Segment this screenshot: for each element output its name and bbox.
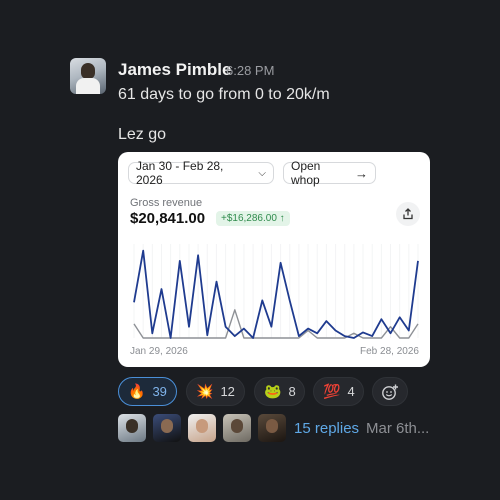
avatar-face <box>196 419 208 433</box>
thread-participant-avatar[interactable] <box>118 414 146 442</box>
message-text-line-2: Lez go <box>118 126 167 143</box>
thread-participant-avatar[interactable] <box>258 414 286 442</box>
thread-last-reply-date: Mar 6th... <box>366 420 430 437</box>
collision-icon: 💥 <box>196 383 214 399</box>
avatar-face <box>231 419 243 433</box>
avatar-face <box>266 419 278 433</box>
revenue-card: Jan 30 - Feb 28, 2026 ⌵ Open whop → Gros… <box>118 152 430 367</box>
hundred-icon: 💯 <box>323 383 341 399</box>
reaction-count: 12 <box>220 384 235 399</box>
thread-participant-avatar[interactable] <box>223 414 251 442</box>
revenue-line-chart <box>133 244 419 339</box>
message-avatar[interactable] <box>70 58 106 94</box>
reaction-collision[interactable]: 💥 12 <box>186 377 245 406</box>
reaction-count: 4 <box>347 384 355 399</box>
x-axis-start-label: Jan 29, 2026 <box>130 346 188 357</box>
thread-replies-link[interactable]: 15 replies <box>294 420 359 437</box>
fire-icon: 🔥 <box>128 383 146 399</box>
series-line-primary <box>133 249 419 339</box>
avatar-face <box>126 419 138 433</box>
avatar-face <box>161 419 173 433</box>
series-line-secondary <box>133 309 419 339</box>
thread-participant-avatar[interactable] <box>153 414 181 442</box>
x-axis-end-label: Feb 28, 2026 <box>360 346 419 357</box>
reaction-count: 39 <box>152 384 167 399</box>
frog-icon: 🐸 <box>264 383 282 399</box>
message-text-line-1: 61 days to go from 0 to 20k/m <box>118 86 330 103</box>
author-name[interactable]: James Pimble <box>118 60 231 80</box>
add-reaction-button[interactable] <box>372 377 408 406</box>
reaction-frog[interactable]: 🐸 8 <box>254 377 305 406</box>
reaction-hundred[interactable]: 💯 4 <box>313 377 364 406</box>
reaction-count: 8 <box>288 384 296 399</box>
avatar-torso <box>76 78 100 94</box>
message-timestamp[interactable]: 6:28 PM <box>226 63 274 78</box>
add-reaction-icon <box>382 384 398 400</box>
reaction-fire[interactable]: 🔥 39 <box>118 377 177 406</box>
thread-participant-avatar[interactable] <box>188 414 216 442</box>
avatar-head <box>81 63 95 79</box>
